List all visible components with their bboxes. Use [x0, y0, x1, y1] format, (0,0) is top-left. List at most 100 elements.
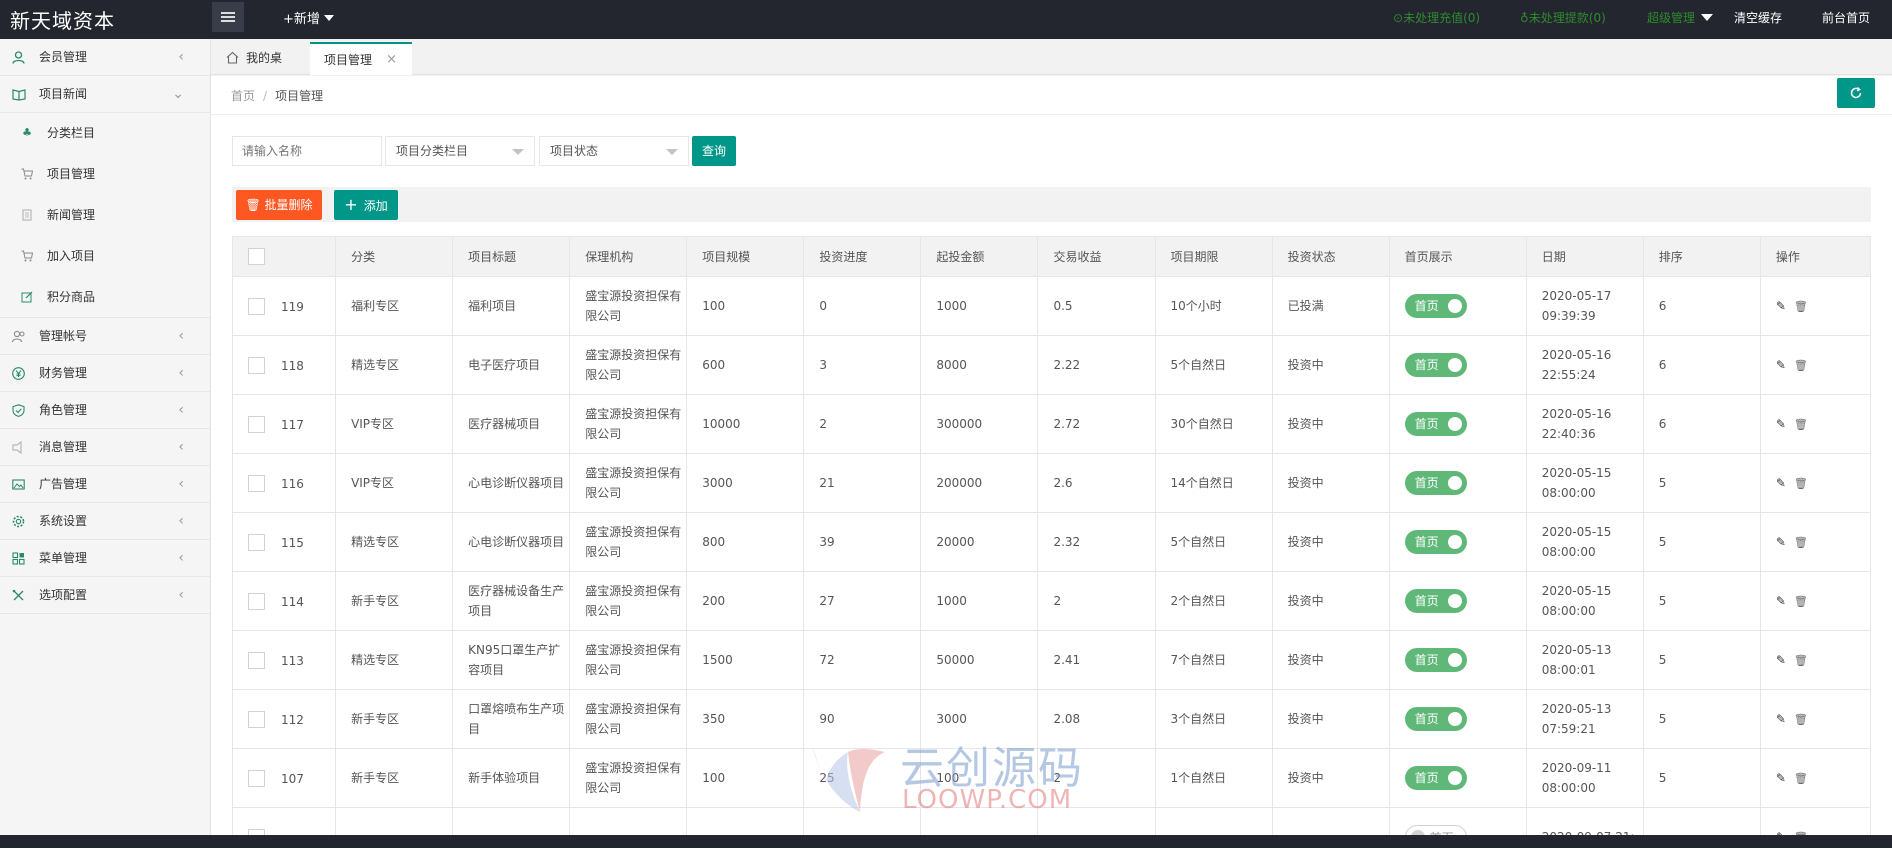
- admin-menu[interactable]: 超级管理: [1647, 9, 1714, 26]
- cell-org: [569, 807, 688, 835]
- shield-icon: [12, 404, 25, 417]
- edit-icon[interactable]: ✎: [1776, 476, 1786, 490]
- delete-icon[interactable]: 🗑: [1794, 654, 1808, 667]
- cell-date: 2020-05-15 08:00:00: [1525, 453, 1644, 513]
- sidebar-item-messages[interactable]: 消息管理 ‹: [0, 429, 210, 466]
- home-show-toggle[interactable]: 首页: [1404, 353, 1467, 377]
- breadcrumb-separator: /: [263, 89, 268, 103]
- cell-yield: [1037, 807, 1156, 835]
- home-show-toggle[interactable]: 首页: [1404, 707, 1467, 731]
- edit-icon[interactable]: ✎: [1776, 417, 1786, 431]
- edit-icon[interactable]: ✎: [1776, 771, 1786, 785]
- delete-icon[interactable]: 🗑: [1794, 418, 1808, 431]
- home-show-toggle[interactable]: 首页: [1404, 412, 1467, 436]
- column-header: 交易收益: [1037, 236, 1156, 277]
- query-button[interactable]: 查询: [692, 136, 736, 166]
- select-all-checkbox[interactable]: [248, 248, 265, 265]
- edit-icon[interactable]: ✎: [1776, 712, 1786, 726]
- home-show-toggle[interactable]: 首页: [1404, 825, 1467, 835]
- sidebar-sub-category[interactable]: ♣ 分类栏目: [0, 113, 210, 154]
- home-show-toggle[interactable]: 首页: [1404, 648, 1467, 672]
- edit-icon[interactable]: ✎: [1776, 535, 1786, 549]
- add-button[interactable]: + 添加: [334, 190, 398, 220]
- cell-actions: ✎🗑: [1759, 807, 1871, 835]
- sidebar-item-settings[interactable]: 系统设置 ‹: [0, 503, 210, 540]
- sidebar-sub-news-manage[interactable]: 新闻管理: [0, 195, 210, 236]
- sidebar-item-menus[interactable]: 菜单管理 ‹: [0, 540, 210, 577]
- name-search-input[interactable]: [232, 136, 382, 166]
- sidebar-item-options[interactable]: 选项配置 ‹: [0, 577, 210, 614]
- sidebar-sub-join-project[interactable]: 加入项目: [0, 236, 210, 277]
- row-checkbox[interactable]: [248, 416, 265, 433]
- row-checkbox[interactable]: [248, 711, 265, 728]
- tab-project-manage[interactable]: 项目管理 ×: [310, 42, 412, 75]
- edit-icon[interactable]: ✎: [1776, 358, 1786, 372]
- pending-withdraw-link[interactable]: ♁未处理提款(0): [1520, 9, 1606, 26]
- delete-icon[interactable]: 🗑: [1794, 595, 1808, 608]
- delete-icon[interactable]: 🗑: [1794, 300, 1808, 313]
- home-show-toggle[interactable]: 首页: [1404, 294, 1467, 318]
- row-checkbox[interactable]: [248, 534, 265, 551]
- table-toolbar: 🗑 批量删除 + 添加: [232, 187, 1871, 222]
- sidebar-sub-points-goods[interactable]: 积分商品: [0, 277, 210, 318]
- add-new-menu[interactable]: +新增: [283, 8, 334, 27]
- sidebar-sub-project-manage[interactable]: 项目管理: [0, 154, 210, 195]
- sidebar-item-ads[interactable]: 广告管理 ‹: [0, 466, 210, 503]
- cell-date: 2020-05-17 09:39:39: [1525, 276, 1644, 336]
- row-checkbox[interactable]: [248, 475, 265, 492]
- menu-toggle-button[interactable]: [212, 2, 244, 32]
- pending-recharge-link[interactable]: ⊙未处理充值(0): [1393, 9, 1480, 26]
- sidebar: 会员管理 ‹ 项目新闻 ⌄ ♣ 分类栏目 项目管理 新闻管理 加入项目 积分商品: [0, 39, 211, 835]
- edit-icon[interactable]: ✎: [1776, 594, 1786, 608]
- toggle-knob: [1447, 299, 1462, 313]
- status-select-value: 项目状态: [550, 144, 599, 158]
- sidebar-item-roles[interactable]: 角色管理 ‹: [0, 392, 210, 429]
- row-id: 117: [281, 418, 304, 432]
- tab-desktop[interactable]: 我的桌面: [211, 42, 309, 97]
- row-id: 114: [281, 595, 304, 609]
- row-checkbox[interactable]: [248, 652, 265, 669]
- status-select[interactable]: 项目状态: [539, 136, 689, 166]
- table-row: 115 精选专区 心电诊断仪器项目 盛宝源投资担保有限公司 800 39 20000 2.32…: [232, 512, 1871, 572]
- edit-icon[interactable]: ✎: [1776, 653, 1786, 667]
- sidebar-item-project-news[interactable]: 项目新闻 ⌄: [0, 76, 210, 113]
- table-row: 118 精选专区 电子医疗项目 盛宝源投资担保有限公司 600 3 8000 2.22 5个自然…: [232, 335, 1871, 395]
- cell-status: 投资中: [1271, 453, 1390, 513]
- breadcrumb: 首页 / 项目管理: [231, 87, 323, 104]
- cell-date: 2020-05-15 08:00:00: [1525, 512, 1644, 572]
- batch-delete-button[interactable]: 🗑 批量删除: [236, 190, 322, 220]
- cell-scale: 3000: [686, 453, 805, 513]
- delete-icon[interactable]: 🗑: [1794, 713, 1808, 726]
- sidebar-item-finance[interactable]: 财务管理 ‹: [0, 355, 210, 392]
- sidebar-item-admin-accounts[interactable]: 管理帐号 ‹: [0, 318, 210, 355]
- category-select[interactable]: 项目分类栏目: [385, 136, 535, 166]
- cell-yield: 2.41: [1037, 630, 1156, 690]
- home-show-toggle[interactable]: 首页: [1404, 766, 1467, 790]
- clear-cache-link[interactable]: 清空缓存: [1734, 9, 1782, 26]
- edit-icon[interactable]: ✎: [1776, 299, 1786, 313]
- refresh-button[interactable]: [1837, 78, 1875, 108]
- cell-title: [452, 807, 571, 835]
- row-checkbox[interactable]: [248, 593, 265, 610]
- frontend-home-link[interactable]: 前台首页: [1822, 9, 1870, 26]
- row-checkbox[interactable]: [248, 770, 265, 787]
- cell-actions: ✎🗑: [1759, 276, 1871, 336]
- home-show-toggle[interactable]: 首页: [1404, 530, 1467, 554]
- delete-icon[interactable]: 🗑: [1794, 536, 1808, 549]
- delete-icon[interactable]: 🗑: [1794, 772, 1808, 785]
- sidebar-item-members[interactable]: 会员管理 ‹: [0, 39, 210, 76]
- row-checkbox[interactable]: [248, 357, 265, 374]
- app-logo[interactable]: 新天域资本: [10, 5, 115, 34]
- row-checkbox[interactable]: [248, 298, 265, 315]
- cell-progress: 27: [803, 571, 922, 631]
- breadcrumb-home[interactable]: 首页: [231, 89, 255, 103]
- delete-icon[interactable]: 🗑: [1794, 477, 1808, 490]
- home-show-toggle[interactable]: 首页: [1404, 471, 1467, 495]
- cell-date: 2020-05-13 08:00:01: [1525, 630, 1644, 690]
- close-icon[interactable]: ×: [386, 44, 397, 76]
- add-label: 添加: [363, 199, 388, 213]
- delete-icon[interactable]: 🗑: [1794, 359, 1808, 372]
- home-show-toggle[interactable]: 首页: [1404, 589, 1467, 613]
- chevron-left-icon: ‹: [178, 49, 184, 65]
- cell-scale: 200: [686, 571, 805, 631]
